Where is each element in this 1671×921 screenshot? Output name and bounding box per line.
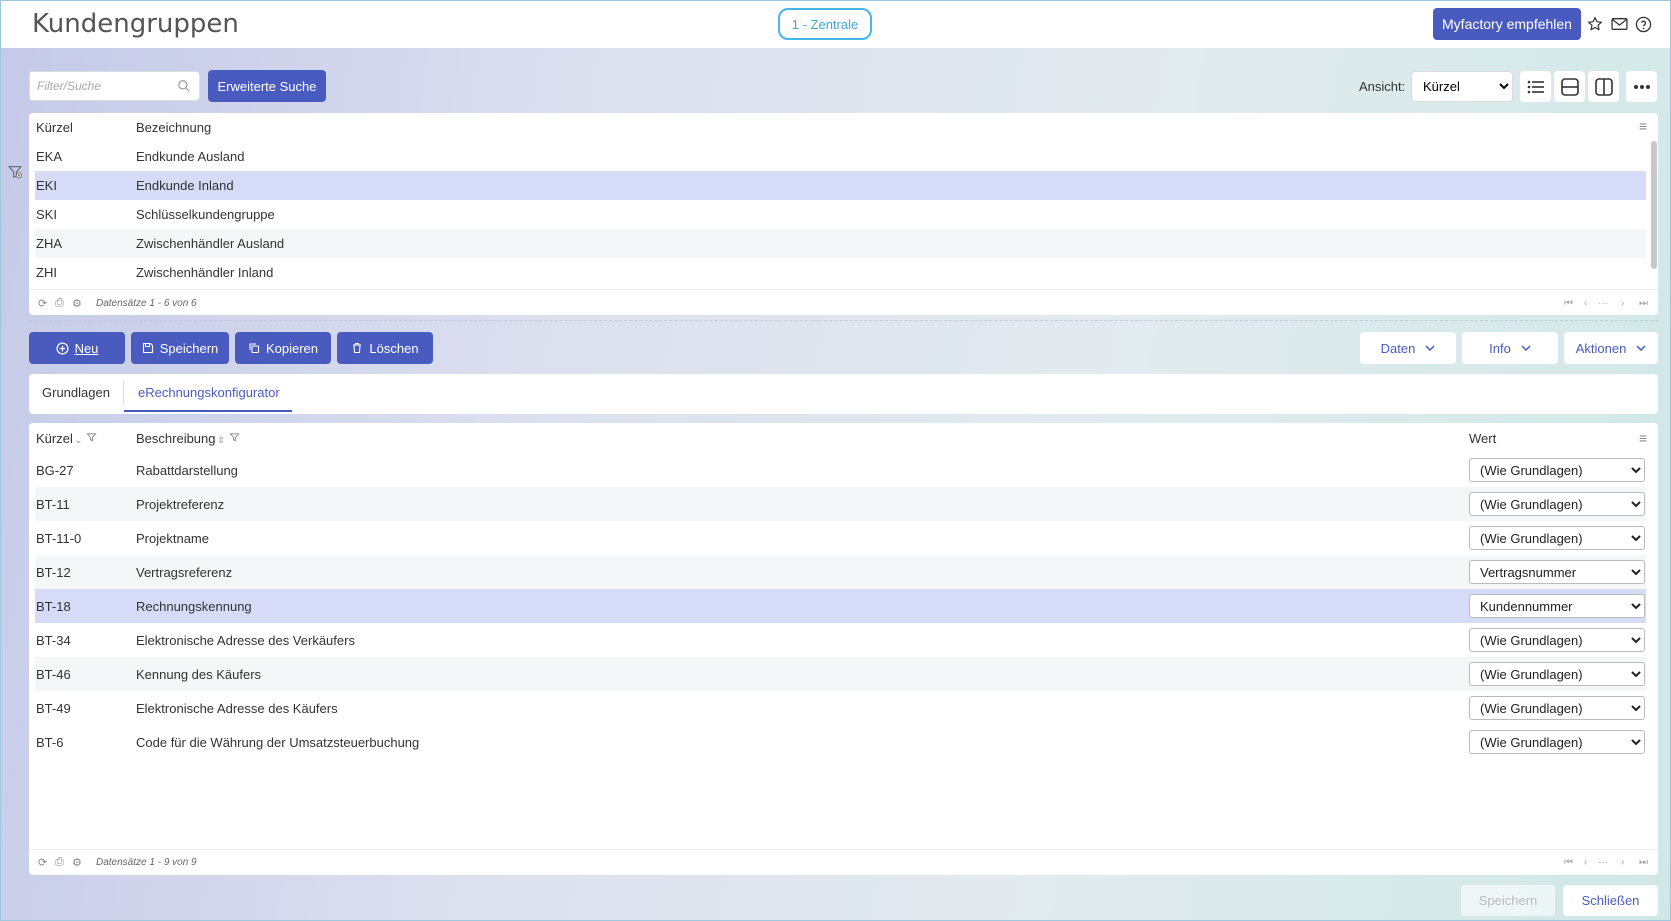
print-icon[interactable]: ⎙ (55, 297, 64, 310)
more-options-icon[interactable] (1626, 71, 1657, 102)
page-ellipsis: ··· (1598, 298, 1608, 309)
table-row[interactable]: SKI Schlüsselkundengruppe (35, 200, 1646, 229)
table-row[interactable]: BT-11 Projektreferenz (Wie Grundlagen) (35, 487, 1646, 521)
data-menu-button[interactable]: Daten (1360, 332, 1456, 364)
table-row[interactable]: ZHA Zwischenhändler Ausland (35, 229, 1646, 258)
settings-icon[interactable]: ⚙ (72, 297, 82, 310)
chevron-down-icon (1636, 345, 1646, 351)
value-select[interactable]: (Wie Grundlagen) (1469, 696, 1645, 720)
table-row[interactable]: ZHI Zwischenhändler Inland (35, 258, 1646, 287)
copy-button[interactable]: Kopieren (235, 332, 331, 364)
first-page-icon[interactable]: ⏮ (1564, 298, 1573, 309)
value-select[interactable]: Vertragsnummer (1469, 560, 1645, 584)
table-row[interactable]: BT-11-0 Projektname (Wie Grundlagen) (35, 521, 1646, 555)
add-icon (56, 341, 69, 355)
star-icon[interactable] (1585, 14, 1605, 34)
value-select[interactable]: (Wie Grundlagen) (1469, 526, 1645, 550)
sort-icon[interactable]: ⇳ (218, 435, 226, 446)
advanced-search-button[interactable]: Erweiterte Suche (208, 70, 326, 102)
save-icon (142, 342, 153, 354)
column-menu-icon[interactable]: ≡ (1639, 430, 1647, 446)
tab-erechnungskonfigurator[interactable]: eRechnungskonfigurator (138, 385, 280, 400)
save-button[interactable]: Speichern (131, 332, 229, 364)
table-row[interactable]: BT-6 Code für die Währung der Umsatzsteu… (35, 725, 1646, 759)
close-button[interactable]: Schließen (1563, 885, 1658, 916)
record-info: Datensätze 1 - 6 von 6 (96, 298, 197, 309)
settings-icon[interactable]: ⚙ (72, 856, 82, 869)
table-row[interactable]: BT-12 Vertragsreferenz Vertragsnummer (35, 555, 1646, 589)
filter-toggle-icon[interactable] (7, 164, 23, 183)
table-row[interactable]: EKA Endkunde Ausland (35, 142, 1646, 171)
last-page-icon[interactable]: ⏭ (1639, 298, 1648, 309)
prev-page-icon[interactable]: ‹ (1584, 857, 1587, 868)
table-row-selected[interactable]: BT-18 Rechnungskennung Kundennummer (35, 589, 1646, 623)
value-select[interactable]: (Wie Grundlagen) (1469, 492, 1645, 516)
print-icon[interactable]: ⎙ (55, 856, 64, 869)
value-select[interactable]: (Wie Grundlagen) (1469, 458, 1645, 482)
recommend-button[interactable]: Myfactory empfehlen (1433, 8, 1581, 40)
table-row[interactable]: BG-27 Rabattdarstellung (Wie Grundlagen) (35, 453, 1646, 487)
search-input[interactable] (30, 72, 170, 100)
mail-icon[interactable] (1609, 14, 1629, 34)
chevron-down-icon (1425, 345, 1435, 351)
value-select[interactable]: (Wie Grundlagen) (1469, 662, 1645, 686)
help-icon[interactable] (1633, 14, 1653, 34)
col-header-name[interactable]: Bezeichnung (136, 120, 211, 135)
col-header-code[interactable]: Kürzel ⌄ (36, 431, 97, 446)
info-menu-button[interactable]: Info (1462, 332, 1558, 364)
record-info: Datensätze 1 - 9 von 9 (96, 857, 197, 868)
value-select[interactable]: Kundennummer (1469, 594, 1645, 618)
split-horizontal-icon[interactable] (1554, 71, 1585, 102)
table-row[interactable]: BT-46 Kennung des Käufers (Wie Grundlage… (35, 657, 1646, 691)
value-select[interactable]: (Wie Grundlagen) (1469, 730, 1645, 754)
page-title: Kundengruppen (32, 9, 239, 39)
col-header-description[interactable]: Beschreibung ⇳ (136, 431, 240, 446)
search-field[interactable] (29, 71, 200, 101)
tab-grundlagen[interactable]: Grundlagen (42, 385, 110, 400)
column-menu-icon[interactable]: ≡ (1639, 118, 1647, 134)
prev-page-icon[interactable]: ‹ (1584, 298, 1587, 309)
page-ellipsis: ··· (1598, 857, 1608, 868)
app-header: Kundengruppen 1 - Zentrale Myfactory emp… (1, 1, 1670, 48)
active-tab-indicator (124, 410, 292, 412)
col-header-code[interactable]: Kürzel (36, 120, 73, 135)
split-vertical-icon[interactable] (1588, 71, 1619, 102)
view-select[interactable]: Kürzel (1411, 71, 1513, 102)
first-page-icon[interactable]: ⏮ (1564, 857, 1573, 868)
table-row[interactable]: BT-49 Elektronische Adresse des Käufers … (35, 691, 1646, 725)
chevron-down-icon (1521, 345, 1531, 351)
splitter[interactable] (29, 320, 1658, 321)
search-icon[interactable] (177, 79, 191, 96)
company-selector[interactable]: 1 - Zentrale (778, 8, 872, 40)
refresh-icon[interactable]: ⟳ (38, 856, 47, 869)
actions-menu-button[interactable]: Aktionen (1564, 332, 1658, 364)
sort-down-icon[interactable]: ⌄ (75, 435, 83, 446)
grid-scrollbar[interactable] (1651, 141, 1657, 269)
refresh-icon[interactable]: ⟳ (38, 297, 47, 310)
filter-icon[interactable] (229, 432, 240, 443)
bottom-save-button[interactable]: Speichern (1461, 885, 1555, 916)
table-row[interactable]: BT-34 Elektronische Adresse des Verkäufe… (35, 623, 1646, 657)
list-view-icon[interactable] (1520, 71, 1551, 102)
new-button[interactable]: Neu (29, 332, 125, 364)
next-page-icon[interactable]: › (1621, 857, 1624, 868)
table-row-selected[interactable]: EKI Endkunde Inland (35, 171, 1646, 200)
delete-button[interactable]: Löschen (337, 332, 433, 364)
value-select[interactable]: (Wie Grundlagen) (1469, 628, 1645, 652)
next-page-icon[interactable]: › (1621, 298, 1624, 309)
last-page-icon[interactable]: ⏭ (1639, 857, 1648, 868)
copy-icon (249, 343, 260, 354)
trash-icon (353, 342, 362, 354)
col-header-value[interactable]: Wert (1469, 431, 1496, 446)
filter-icon[interactable] (86, 432, 97, 443)
view-label: Ansicht: (1359, 79, 1406, 94)
